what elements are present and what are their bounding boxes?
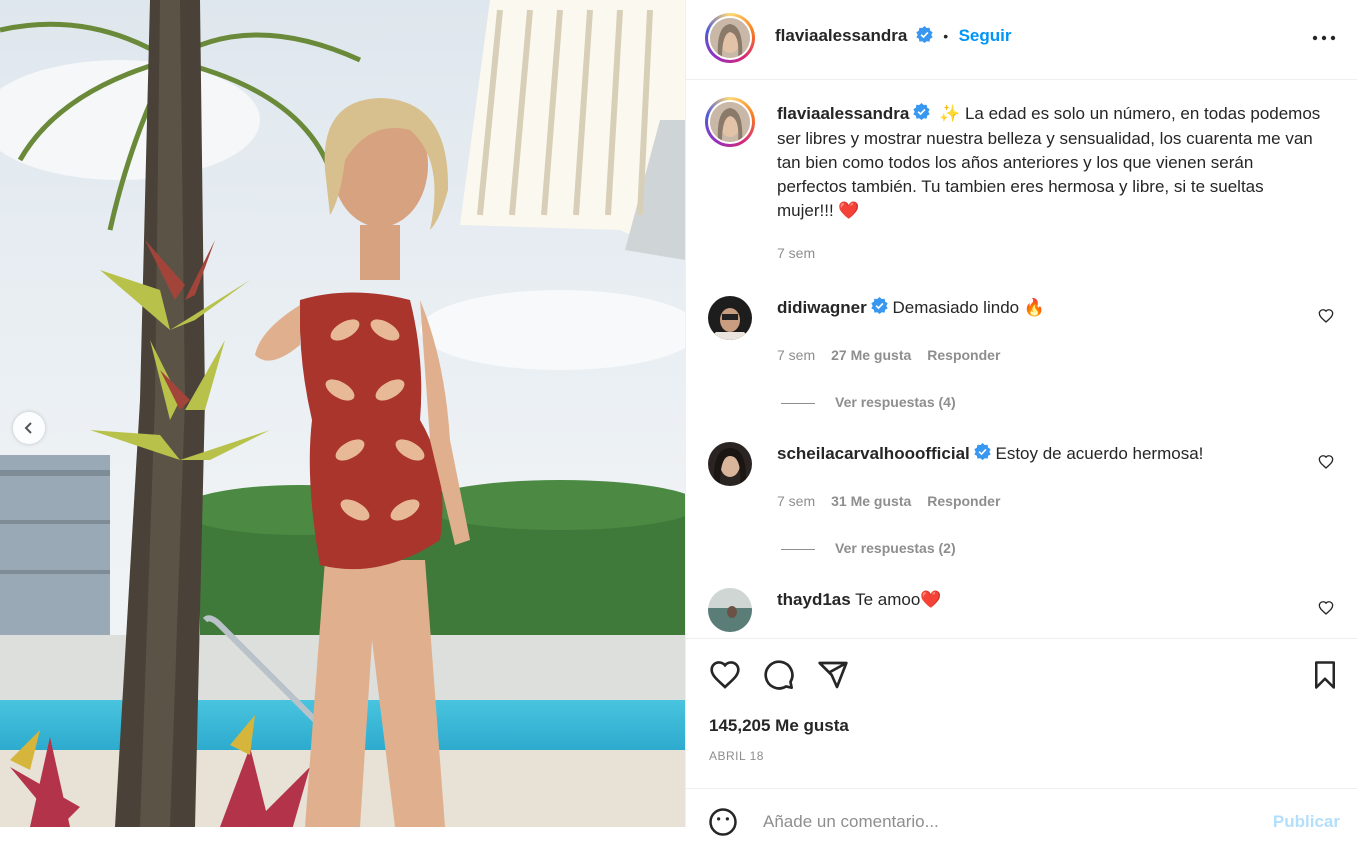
comment-time[interactable]: 7 sem [777, 493, 815, 509]
comment-time[interactable]: 7 sem [777, 347, 815, 363]
heart-icon [708, 661, 742, 695]
chevron-left-icon [22, 421, 36, 435]
comment-username[interactable]: thayd1as [777, 590, 851, 609]
author-username[interactable]: flaviaalessandra [775, 26, 907, 45]
emoji-button[interactable] [708, 807, 738, 842]
replies-divider [781, 402, 815, 404]
heart-emoji: ❤️ [838, 200, 860, 220]
comment-icon [762, 660, 796, 695]
author-avatar[interactable] [705, 13, 755, 63]
comment-avatar[interactable] [708, 442, 752, 486]
heart-icon [1318, 455, 1334, 474]
comment-item: scheilacarvalhooofficial Estoy de acuerd… [708, 442, 1338, 582]
view-replies-button[interactable]: Ver respuestas (4) [781, 394, 956, 410]
heart-icon [1318, 601, 1334, 620]
photo-illustration [0, 0, 685, 827]
view-replies-label: Ver respuestas (2) [835, 540, 956, 556]
comment-meta: 7 sem 27 Me gusta Responder [777, 347, 1000, 363]
comment-username[interactable]: didiwagner [777, 298, 867, 317]
caption-text-block: flaviaalessandra ✨ La edad es solo un nú… [777, 102, 1322, 223]
post-image [0, 0, 685, 827]
like-button[interactable] [708, 659, 742, 696]
view-replies-label: Ver respuestas (4) [835, 394, 956, 410]
comment-likes[interactable]: 31 Me gusta [831, 493, 911, 509]
verified-badge-icon [974, 442, 991, 467]
carousel-prev-button[interactable] [13, 412, 45, 444]
caption-time[interactable]: 7 sem [777, 245, 815, 261]
caption-avatar[interactable] [705, 97, 755, 147]
publish-button[interactable]: Publicar [1273, 812, 1340, 832]
reply-button[interactable]: Responder [927, 347, 1000, 363]
save-button[interactable] [1310, 659, 1340, 696]
comment-button[interactable] [762, 659, 796, 696]
fire-emoji: 🔥 [1023, 298, 1045, 317]
comment-likes[interactable]: 27 Me gusta [831, 347, 911, 363]
comment-avatar[interactable] [708, 588, 752, 632]
comments-section[interactable]: flaviaalessandra ✨ La edad es solo un nú… [686, 80, 1357, 638]
separator-dot: • [943, 28, 949, 45]
comment-text-block: thayd1as Te amoo❤️ [777, 588, 942, 612]
post-actions: 145,205 Me gusta ABRIL 18 [686, 638, 1357, 789]
caption-username[interactable]: flaviaalessandra [777, 104, 909, 123]
share-icon [816, 661, 850, 695]
more-options-button[interactable] [1312, 28, 1336, 53]
comment-item: didiwagner Demasiado lindo 🔥 7 sem 27 Me … [708, 296, 1338, 436]
comment-like-button[interactable] [1318, 600, 1334, 621]
post-panel: flaviaalessandra • Seguir flaviaalessand… [685, 0, 1357, 836]
verified-badge-icon [871, 296, 888, 321]
verified-badge-icon [913, 102, 930, 127]
caption: flaviaalessandra ✨ La edad es solo un nú… [705, 97, 1338, 277]
comment-like-button[interactable] [1318, 454, 1334, 475]
comment-text-block: scheilacarvalhooofficial Estoy de acuerd… [777, 442, 1203, 467]
comment-like-button[interactable] [1318, 308, 1334, 329]
comment-meta: 7 sem 31 Me gusta Responder [777, 493, 1000, 509]
comment-input[interactable]: Añade un comentario... [763, 812, 939, 832]
replies-divider [781, 548, 815, 550]
comment-username[interactable]: scheilacarvalhooofficial [777, 444, 970, 463]
more-icon [1312, 35, 1336, 52]
share-button[interactable] [816, 659, 850, 696]
comment-text-block: didiwagner Demasiado lindo 🔥 [777, 296, 1045, 321]
post-header: flaviaalessandra • Seguir [686, 0, 1357, 80]
comment-body: Demasiado lindo [892, 298, 1024, 317]
heart-emoji: ❤️ [920, 590, 942, 609]
likes-count[interactable]: 145,205 Me gusta [709, 716, 849, 736]
reply-button[interactable]: Responder [927, 493, 1000, 509]
add-comment-bar: Añade un comentario... Publicar [686, 788, 1357, 836]
comment-body: Te amoo [855, 590, 921, 609]
verified-badge-icon [916, 26, 933, 48]
comment-item: thayd1as Te amoo❤️ [708, 588, 1338, 638]
follow-button[interactable]: Seguir [959, 26, 1012, 45]
view-replies-button[interactable]: Ver respuestas (2) [781, 540, 956, 556]
post-date[interactable]: ABRIL 18 [709, 749, 764, 763]
comment-avatar[interactable] [708, 296, 752, 340]
heart-icon [1318, 309, 1334, 328]
sparkles-emoji: ✨ [939, 104, 961, 123]
comment-body: Estoy de acuerdo hermosa! [995, 444, 1204, 463]
bookmark-icon [1310, 661, 1340, 695]
